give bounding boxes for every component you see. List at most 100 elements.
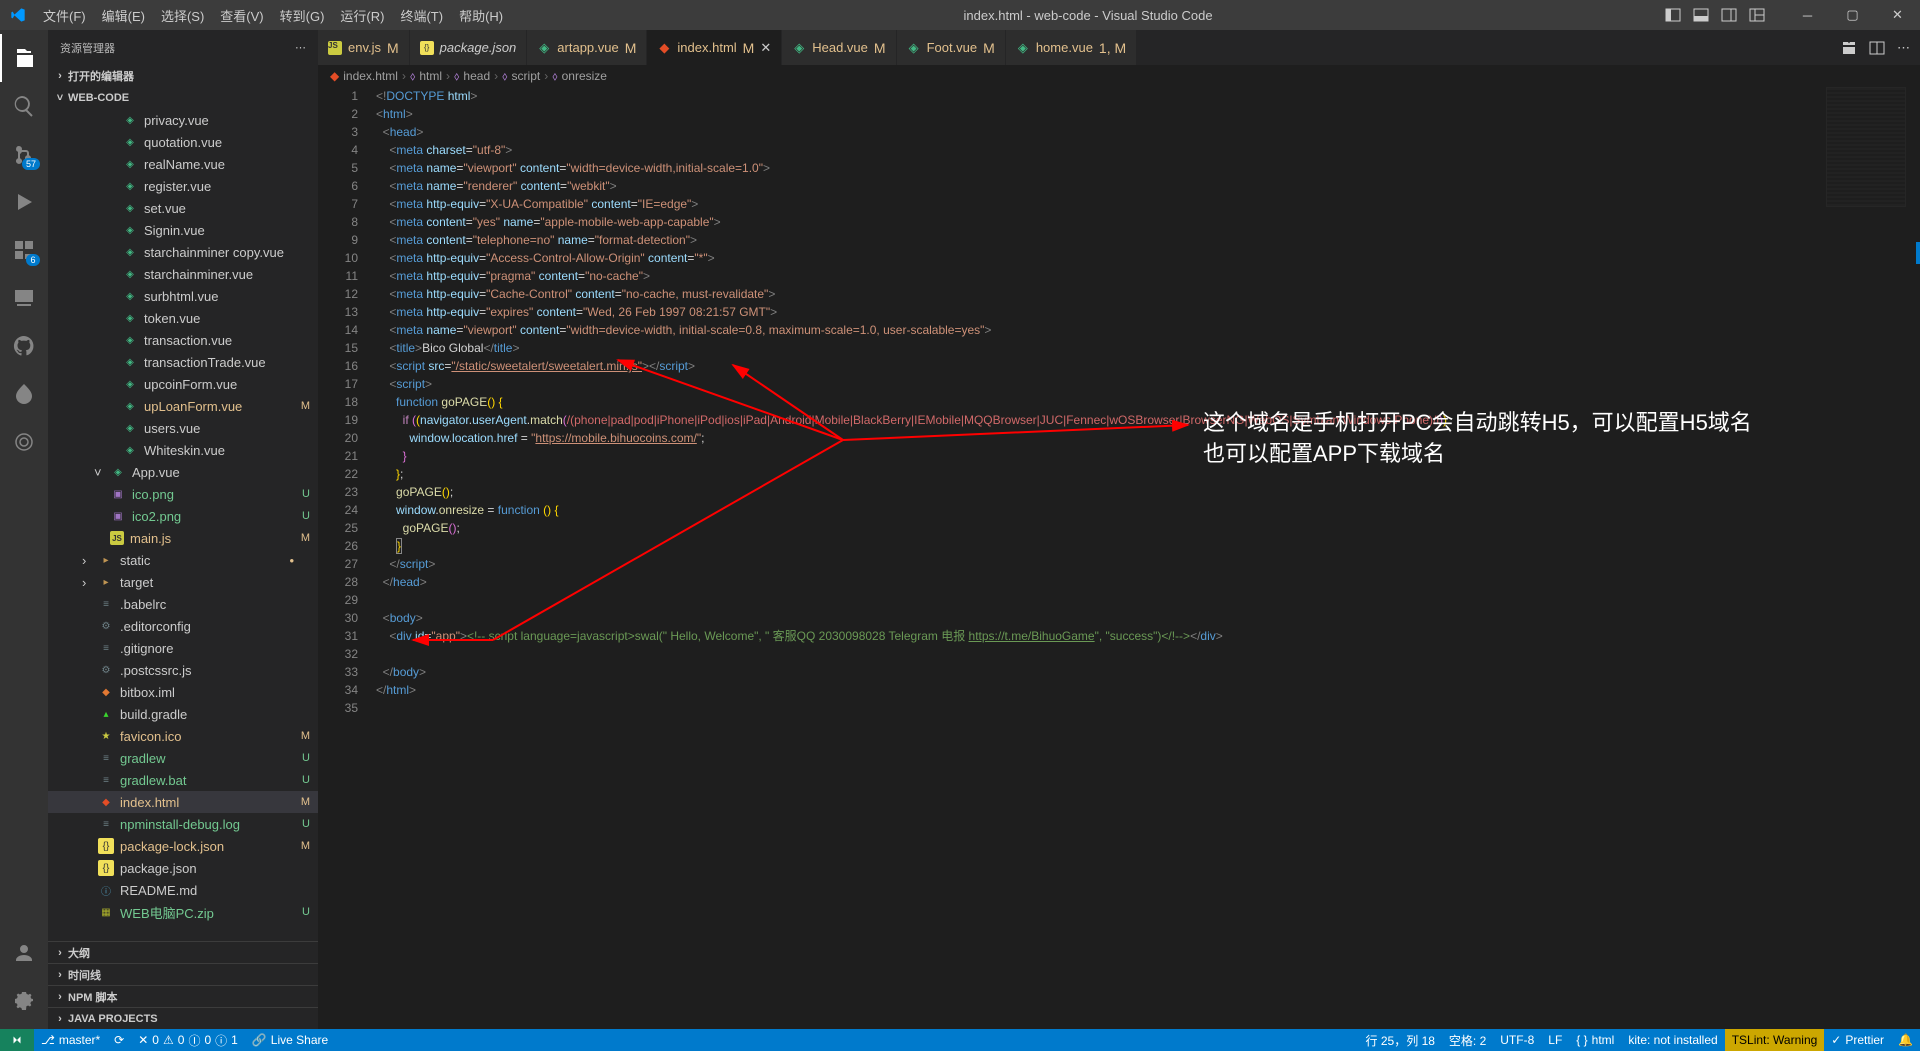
maximize-button[interactable]: ▢	[1830, 0, 1875, 30]
encoding[interactable]: UTF-8	[1493, 1029, 1541, 1051]
tree-item[interactable]: {}package-lock.jsonM	[48, 835, 318, 857]
editor-tab[interactable]: {}package.json	[410, 30, 528, 65]
menu-file[interactable]: 文件(F)	[35, 6, 94, 25]
indentation[interactable]: 空格: 2	[1442, 1029, 1493, 1051]
minimap[interactable]	[1826, 87, 1906, 207]
tree-item[interactable]: ▣ico2.pngU	[48, 505, 318, 527]
tree-item[interactable]: ▣ico.pngU	[48, 483, 318, 505]
live-share[interactable]: 🔗 Live Share	[245, 1029, 335, 1051]
tslint-status[interactable]: TSLint: Warning	[1725, 1029, 1825, 1051]
open-editors-header[interactable]: › 打开的编辑器	[48, 65, 318, 87]
kite-icon[interactable]	[0, 370, 48, 418]
tree-item[interactable]: ◈surbhtml.vue	[48, 285, 318, 307]
tree-item[interactable]: {}package.json	[48, 857, 318, 879]
tree-item[interactable]: ›▸target	[48, 571, 318, 593]
tree-item[interactable]: ◈transactionTrade.vue	[48, 351, 318, 373]
tree-item[interactable]: ◈realName.vue	[48, 153, 318, 175]
tree-item[interactable]: ◈Whiteskin.vue	[48, 439, 318, 461]
editor-tab[interactable]: ◆index.htmlM✕	[647, 30, 782, 65]
tree-item[interactable]: ≡gradlew.batU	[48, 769, 318, 791]
editor-tab[interactable]: ◈home.vue1, M	[1006, 30, 1137, 65]
remote-indicator[interactable]	[0, 1029, 34, 1051]
search-icon[interactable]	[0, 82, 48, 130]
tree-item[interactable]: ◈upcoinForm.vue	[48, 373, 318, 395]
outline-header[interactable]: ›大纲	[48, 941, 318, 963]
menu-terminal[interactable]: 终端(T)	[392, 6, 451, 25]
source-control-icon[interactable]: 57	[0, 130, 48, 178]
run-debug-icon[interactable]	[0, 178, 48, 226]
tree-item[interactable]: ◈users.vue	[48, 417, 318, 439]
tab-more-icon[interactable]: ⋯	[1897, 40, 1910, 56]
sync-icon[interactable]: ⟳	[107, 1029, 131, 1051]
remote-explorer-icon[interactable]	[0, 274, 48, 322]
openai-icon[interactable]	[0, 418, 48, 466]
breadcrumbs[interactable]: ◆index.html›⬨html›⬨head›⬨script›⬨onresiz…	[318, 65, 1920, 87]
editor-tab[interactable]: ◈Head.vueM	[782, 30, 896, 65]
github-icon[interactable]	[0, 322, 48, 370]
settings-icon[interactable]	[0, 977, 48, 1025]
tree-item[interactable]: ⚙.editorconfig	[48, 615, 318, 637]
editor-tab[interactable]: ◈Foot.vueM	[897, 30, 1006, 65]
tree-item[interactable]: ⓘREADME.md	[48, 879, 318, 901]
compare-changes-icon[interactable]	[1841, 40, 1857, 56]
menu-help[interactable]: 帮助(H)	[451, 6, 511, 25]
problems-errors[interactable]: ✕ 0 ⚠ 0 Ⓘ 0 ⓘ 1	[131, 1029, 245, 1051]
language-mode[interactable]: { } html	[1569, 1029, 1621, 1051]
tree-item[interactable]: ◈set.vue	[48, 197, 318, 219]
breadcrumb-item[interactable]: ◆index.html	[330, 69, 398, 83]
close-button[interactable]: ✕	[1875, 0, 1920, 30]
tree-item[interactable]: ◈privacy.vue	[48, 109, 318, 131]
tree-item[interactable]: ◈register.vue	[48, 175, 318, 197]
notifications-icon[interactable]: 🔔	[1891, 1029, 1920, 1051]
tree-item[interactable]: ◈upLoanForm.vueM	[48, 395, 318, 417]
project-header[interactable]: ˅ WEB-CODE	[48, 87, 318, 109]
breadcrumb-item[interactable]: ⬨onresize	[552, 69, 607, 84]
sidebar-more-icon[interactable]: ⋯	[295, 41, 306, 54]
tree-item[interactable]: ◈quotation.vue	[48, 131, 318, 153]
npm-scripts-header[interactable]: ›NPM 脚本	[48, 985, 318, 1007]
breadcrumb-item[interactable]: ⬨html	[410, 69, 442, 84]
accounts-icon[interactable]	[0, 929, 48, 977]
tree-item[interactable]: ≡gradlewU	[48, 747, 318, 769]
tree-item[interactable]: ≡npminstall-debug.logU	[48, 813, 318, 835]
tree-item[interactable]: ◈transaction.vue	[48, 329, 318, 351]
toggle-secondary-sidebar-icon[interactable]	[1721, 7, 1737, 23]
customize-layout-icon[interactable]	[1749, 7, 1765, 23]
tree-item[interactable]: ≡.gitignore	[48, 637, 318, 659]
minimize-button[interactable]: ─	[1785, 0, 1830, 30]
tree-item[interactable]: ›▸static•	[48, 549, 318, 571]
breadcrumb-item[interactable]: ⬨head	[454, 69, 490, 84]
tree-item[interactable]: ◈token.vue	[48, 307, 318, 329]
tree-item[interactable]: ◈starchainminer.vue	[48, 263, 318, 285]
tree-item[interactable]: JSmain.jsM	[48, 527, 318, 549]
menu-go[interactable]: 转到(G)	[272, 6, 333, 25]
menu-run[interactable]: 运行(R)	[332, 6, 392, 25]
kite-status[interactable]: kite: not installed	[1621, 1029, 1724, 1051]
toggle-primary-sidebar-icon[interactable]	[1665, 7, 1681, 23]
breadcrumb-item[interactable]: ⬨script	[502, 69, 540, 84]
tree-item[interactable]: ≡.babelrc	[48, 593, 318, 615]
prettier-status[interactable]: ✓ Prettier	[1824, 1029, 1891, 1051]
tree-item[interactable]: ◆bitbox.iml	[48, 681, 318, 703]
editor-tab[interactable]: ◈artapp.vueM	[527, 30, 647, 65]
split-editor-icon[interactable]	[1869, 40, 1885, 56]
tree-item[interactable]: ★favicon.icoM	[48, 725, 318, 747]
explorer-icon[interactable]	[0, 34, 48, 82]
eol[interactable]: LF	[1541, 1029, 1569, 1051]
tree-item[interactable]: ˅◈App.vue	[48, 461, 318, 483]
menu-selection[interactable]: 选择(S)	[153, 6, 212, 25]
git-branch[interactable]: ⎇ master*	[34, 1029, 107, 1051]
timeline-header[interactable]: ›时间线	[48, 963, 318, 985]
tree-item[interactable]: ◈starchainminer copy.vue	[48, 241, 318, 263]
tree-item[interactable]: ◆index.htmlM	[48, 791, 318, 813]
editor-tab[interactable]: JSenv.jsM	[318, 30, 410, 65]
extensions-icon[interactable]: 6	[0, 226, 48, 274]
tree-item[interactable]: ◈Signin.vue	[48, 219, 318, 241]
menu-view[interactable]: 查看(V)	[212, 6, 271, 25]
tree-item[interactable]: ▴build.gradle	[48, 703, 318, 725]
java-projects-header[interactable]: ›JAVA PROJECTS	[48, 1007, 318, 1029]
tree-item[interactable]: ⚙.postcssrc.js	[48, 659, 318, 681]
toggle-panel-icon[interactable]	[1693, 7, 1709, 23]
cursor-position[interactable]: 行 25，列 18	[1359, 1029, 1442, 1051]
menu-edit[interactable]: 编辑(E)	[94, 6, 153, 25]
